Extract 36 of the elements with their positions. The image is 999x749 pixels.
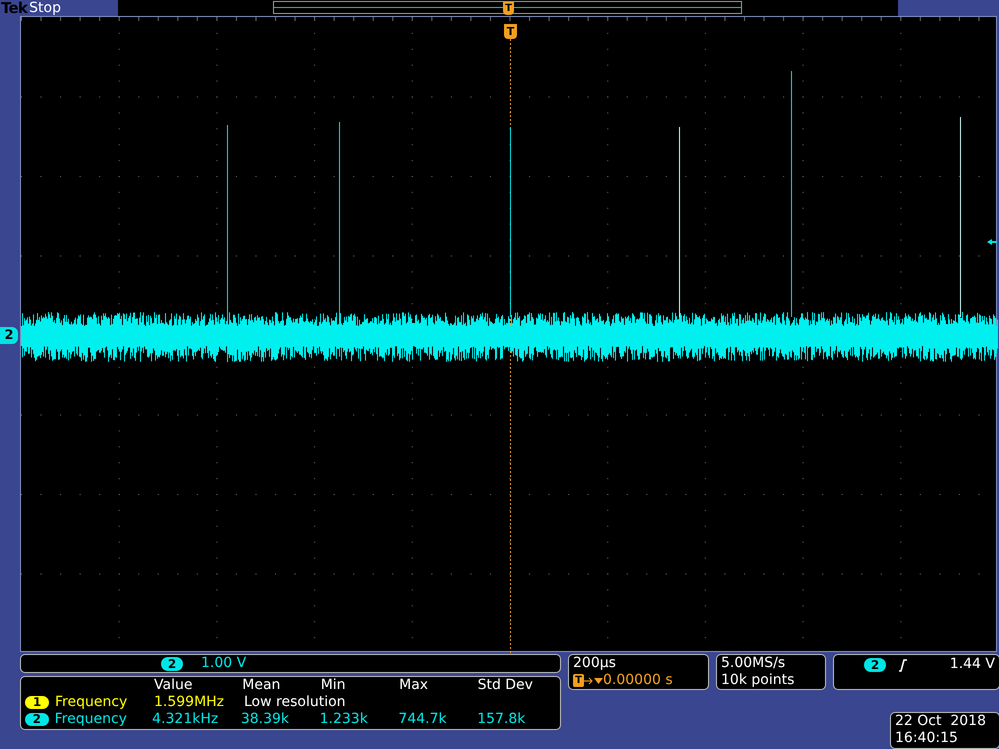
rising-edge-icon xyxy=(898,659,908,672)
measurement-name: Frequency xyxy=(54,711,128,728)
time-position: 0.00000 s xyxy=(603,672,673,689)
sample-rate: 5.00MS/s xyxy=(721,655,786,672)
channel-badge: 2 xyxy=(864,658,886,672)
measurement-value: 1.233k xyxy=(320,711,369,728)
date: 22 Oct 2018 xyxy=(895,713,987,730)
trigger-level: 1.44 V xyxy=(950,656,995,673)
acquisition-status: Stop xyxy=(29,1,61,15)
measurement-value: 157.8k xyxy=(477,711,526,728)
arrow-right-icon xyxy=(584,676,594,684)
channel-badge: 1 xyxy=(25,696,49,709)
channel-badge: 2 xyxy=(25,713,49,726)
measurement-value: 744.7k xyxy=(398,711,448,728)
trigger-marker: T xyxy=(503,2,514,15)
column-header: Value xyxy=(154,677,194,694)
brand-logo: Tek xyxy=(1,0,28,16)
measurement-value: 38.39k xyxy=(240,711,290,728)
record-length: 10k points xyxy=(721,672,796,689)
column-header: Mean xyxy=(242,677,282,694)
caret-down-icon xyxy=(594,678,603,684)
column-header: Max xyxy=(399,677,430,694)
measurement-value: Low resolution xyxy=(244,694,346,711)
trigger-marker: T xyxy=(573,674,584,687)
column-header: Std Dev xyxy=(478,677,534,694)
measurement-name: Frequency xyxy=(54,694,128,711)
time: 16:40:15 xyxy=(895,730,959,747)
column-header: Min xyxy=(320,677,347,694)
channel-badge: 2 xyxy=(161,656,183,670)
vertical-scale: 1.00 V xyxy=(201,654,246,673)
measurement-value: 1.599MHz xyxy=(154,694,226,711)
time-scale: 200µs xyxy=(573,655,617,672)
trigger-level-icon xyxy=(987,239,997,245)
trigger-marker: T xyxy=(504,24,517,39)
channel-marker: 2 xyxy=(0,327,18,344)
measurement-value: 4.321kHz xyxy=(152,711,220,728)
